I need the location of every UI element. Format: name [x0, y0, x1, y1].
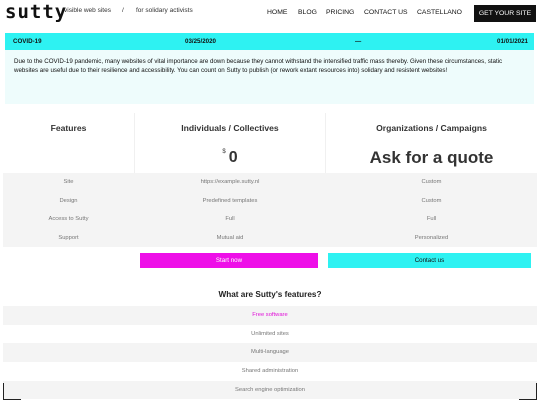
- corner-bracket-left-icon: [3, 383, 21, 400]
- features-section-title: What are Sutty's features?: [218, 290, 322, 299]
- tagline-separator: /: [122, 7, 124, 14]
- row-label: Support: [58, 234, 79, 241]
- individuals-price: $0: [135, 149, 325, 167]
- corner-bracket-right-icon: [519, 383, 537, 400]
- features-column-title: Features: [50, 123, 87, 133]
- individuals-price-value: 0: [228, 149, 238, 166]
- list-item[interactable]: Search engine optimization: [3, 380, 537, 400]
- row-orgs: Custom: [421, 179, 442, 185]
- features-column-header: Features: [3, 113, 134, 174]
- orgs-column-header: Organizations / Campaigns Ask for a quot…: [326, 113, 537, 174]
- row-individuals: https://example.sutty.nl: [200, 179, 260, 185]
- nav-blog[interactable]: BLOG: [298, 9, 317, 16]
- row-orgs: Personalized: [414, 234, 449, 241]
- row-orgs: Full: [426, 216, 437, 222]
- row-individuals: Mutual aid: [216, 234, 244, 241]
- get-your-site-button[interactable]: GET YOUR SITE: [474, 5, 536, 22]
- individuals-column-header: Individuals / Collectives $0: [134, 113, 326, 174]
- row-orgs: Custom: [421, 197, 442, 204]
- table-row: Access to Sutty Full Full: [3, 210, 537, 229]
- notice-start-date: 03/25/2020: [185, 38, 216, 45]
- site-header: sutty visible web sites / for solidary a…: [0, 0, 540, 28]
- table-row: Design Predefined templates Custom: [3, 192, 537, 211]
- list-item[interactable]: Free software: [3, 306, 537, 325]
- nav-castellano[interactable]: CASTELLANO: [417, 9, 462, 16]
- row-label: Access to Sutty: [48, 216, 89, 222]
- contact-us-button[interactable]: Contact us: [328, 253, 531, 268]
- features-list: Free software Unlimited sites Multi-lang…: [3, 306, 537, 400]
- tagline-visible-sites: visible web sites: [64, 7, 111, 14]
- notice-date-separator: —: [355, 38, 362, 45]
- nav-contact-us[interactable]: CONTACT US: [364, 9, 408, 16]
- site-logo[interactable]: sutty: [5, 1, 67, 23]
- nav-home[interactable]: HOME: [267, 9, 287, 16]
- list-item[interactable]: Shared administration: [3, 362, 537, 381]
- notice-body: Due to the COVID-19 pandemic, many websi…: [5, 50, 534, 104]
- notice-title: COVID-19: [13, 38, 42, 45]
- notice-bar[interactable]: COVID-19 03/25/2020 — 01/01/2021: [5, 33, 534, 50]
- pricing-rows: Site https://example.sutty.nl Custom Des…: [3, 173, 537, 247]
- list-item[interactable]: Unlimited sites: [3, 325, 537, 344]
- row-individuals: Predefined templates: [202, 197, 258, 204]
- orgs-column-title: Organizations / Campaigns: [376, 123, 487, 133]
- currency-symbol: $: [222, 149, 226, 155]
- individuals-column-title: Individuals / Collectives: [181, 123, 279, 133]
- table-row: Support Mutual aid Personalized: [3, 229, 537, 248]
- nav-pricing[interactable]: PRICING: [326, 9, 354, 16]
- row-individuals: Full: [225, 216, 235, 222]
- tagline-solidary-activists: for solidary activists: [136, 7, 193, 14]
- row-label: Site: [63, 179, 74, 185]
- notice-end-date: 01/01/2021: [497, 38, 528, 45]
- row-label: Design: [59, 197, 78, 204]
- table-row: Site https://example.sutty.nl Custom: [3, 173, 537, 192]
- start-now-button[interactable]: Start now: [140, 253, 318, 268]
- orgs-price: Ask for a quote: [369, 148, 494, 167]
- list-item[interactable]: Multi-language: [3, 343, 537, 363]
